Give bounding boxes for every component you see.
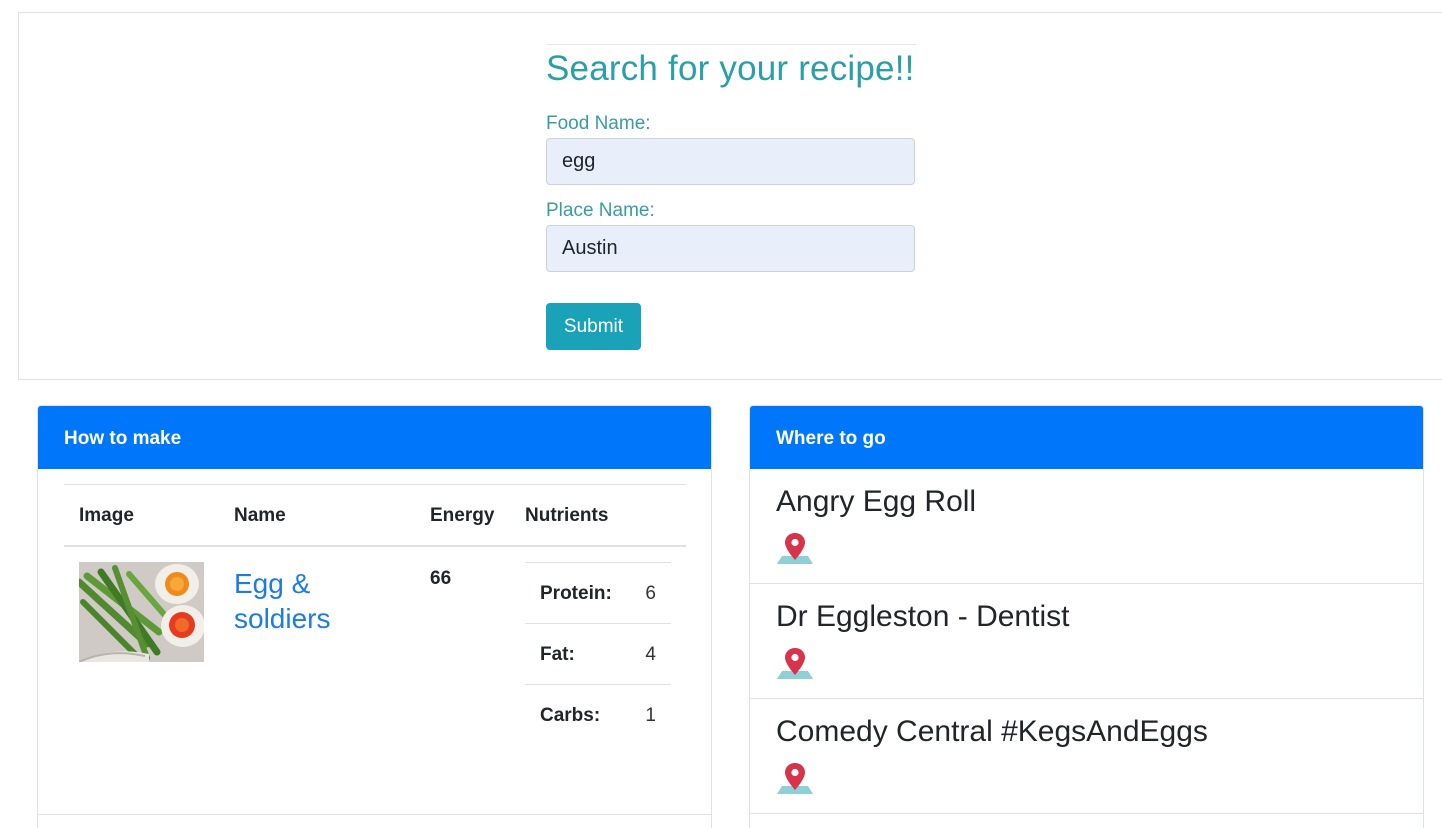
how-to-make-header: How to make [38, 406, 711, 469]
search-panel: Search for your recipe!! Food Name: Plac… [18, 12, 1442, 380]
column-header-energy: Energy [430, 505, 495, 526]
recipe-table: Image Name Energy Nutrients Egg & soldie… [64, 484, 686, 807]
map-pin-icon[interactable] [776, 762, 814, 796]
list-item[interactable]: Angry Egg Roll [750, 469, 1423, 584]
nutrient-label: Protein: [540, 583, 612, 604]
nutrients-table: Protein: 6 Fat: 4 Carbs: 1 [525, 562, 671, 745]
place-name-input[interactable] [546, 225, 915, 272]
egg-asparagus-photo[interactable] [79, 562, 204, 662]
form-divider [546, 44, 916, 45]
column-header-image: Image [79, 505, 134, 526]
place-name[interactable]: Comedy Central #KegsAndEggs [776, 715, 1208, 749]
recipe-name-link[interactable]: Egg & soldiers [234, 566, 384, 636]
food-name-label: Food Name: [546, 113, 651, 134]
nutrient-value: 4 [645, 644, 656, 665]
place-name[interactable]: Angry Egg Roll [776, 485, 976, 519]
where-to-go-header: Where to go [750, 406, 1423, 469]
submit-button[interactable]: Submit [546, 303, 641, 350]
list-item[interactable]: Comedy Central #KegsAndEggs [750, 699, 1423, 814]
nutrient-row: Carbs: 1 [525, 684, 671, 745]
food-name-input[interactable] [546, 138, 915, 185]
map-pin-icon[interactable] [776, 647, 814, 681]
nutrient-value: 1 [645, 705, 656, 726]
where-to-go-card: Where to go Angry Egg Roll Dr Eggleston … [749, 405, 1424, 828]
place-name[interactable]: Dr Eggleston - Dentist [776, 600, 1069, 634]
nutrient-label: Carbs: [540, 705, 601, 726]
column-header-nutrients: Nutrients [525, 505, 609, 526]
nutrient-value: 6 [645, 583, 656, 604]
nutrient-row: Fat: 4 [525, 623, 671, 684]
recipe-energy: 66 [430, 568, 452, 589]
card-divider [38, 814, 711, 815]
nutrient-row: Protein: 6 [525, 562, 671, 623]
column-header-name: Name [234, 505, 286, 526]
recipe-table-header: Image Name Energy Nutrients [64, 484, 686, 547]
how-to-make-card: How to make Image Name Energy Nutrients [37, 405, 712, 828]
map-pin-icon[interactable] [776, 532, 814, 566]
nutrient-label: Fat: [540, 644, 575, 665]
search-title: Search for your recipe!! [546, 49, 915, 88]
place-name-label: Place Name: [546, 200, 655, 221]
place-list: Angry Egg Roll Dr Eggleston - Dentist Co… [750, 469, 1423, 814]
list-item[interactable]: Dr Eggleston - Dentist [750, 584, 1423, 699]
table-row: Egg & soldiers 66 Protein: 6 Fat: 4 Carb… [64, 547, 686, 807]
